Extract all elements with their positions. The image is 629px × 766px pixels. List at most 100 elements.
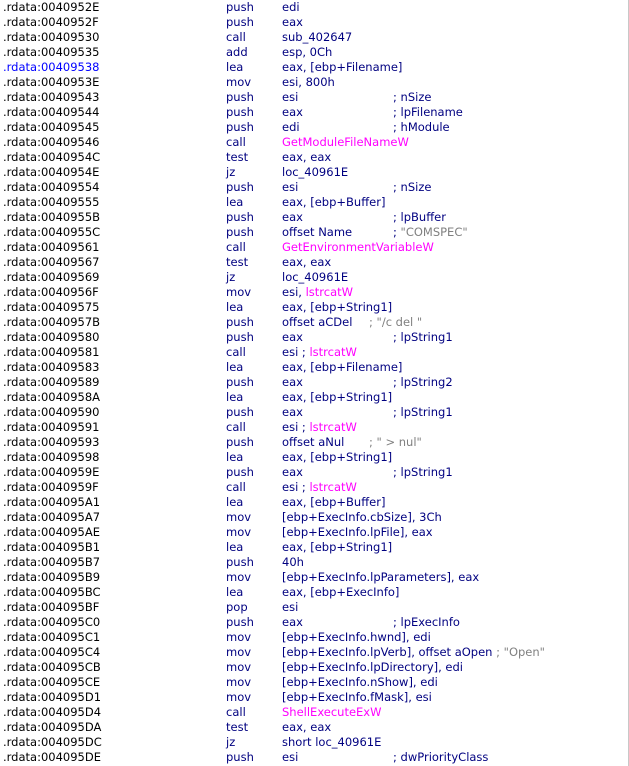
operands[interactable]: short loc_40961E <box>282 735 381 750</box>
operands[interactable]: eax, eax <box>282 255 331 270</box>
operands[interactable]: offset aCDel <box>282 315 352 330</box>
address[interactable]: .rdata:004095A1 <box>3 495 100 510</box>
operands[interactable]: esi ; lstrcatW <box>282 345 357 360</box>
operands[interactable]: eax, [ebp+Buffer] <box>282 195 385 210</box>
operands[interactable]: eax, [ebp+ExecInfo] <box>282 585 399 600</box>
api-name[interactable]: GetModuleFileNameW <box>282 135 409 149</box>
operands[interactable]: ShellExecuteExW <box>282 705 382 720</box>
listing-line[interactable]: .rdata:0040954C test eax, eax <box>0 150 628 165</box>
operands[interactable]: eax <box>282 375 303 390</box>
operands[interactable]: [ebp+ExecInfo.lpFile], eax <box>282 525 433 540</box>
operands[interactable]: esi <box>282 180 298 195</box>
address[interactable]: .rdata:0040952F <box>3 15 99 30</box>
listing-line[interactable]: .rdata:004095B7 push 40h <box>0 555 628 570</box>
address[interactable]: .rdata:00409545 <box>3 120 100 135</box>
address[interactable]: .rdata:004095B1 <box>3 540 100 555</box>
address[interactable]: .rdata:004095D1 <box>3 690 101 705</box>
listing-line[interactable]: .rdata:00409543 push esi ; nSize <box>0 90 628 105</box>
address[interactable]: .rdata:004095CB <box>3 660 101 675</box>
listing-line[interactable]: .rdata:00409530 call sub_402647 <box>0 30 628 45</box>
address[interactable]: .rdata:00409589 <box>3 375 100 390</box>
listing-line[interactable]: .rdata:0040959E push eax ; lpString1 <box>0 465 628 480</box>
listing-line[interactable]: .rdata:00409580 push eax ; lpString1 <box>0 330 628 345</box>
address[interactable]: .rdata:004095C4 <box>3 645 100 660</box>
listing-line[interactable]: .rdata:00409538 lea eax, [ebp+Filename] <box>0 60 628 75</box>
listing-line[interactable]: .rdata:00409561 call GetEnvironmentVariabl… <box>0 240 628 255</box>
listing-line[interactable]: .rdata:004095DA test eax, eax <box>0 720 628 735</box>
listing-line[interactable]: .rdata:0040955C push offset Name ; "COMSPEC… <box>0 225 628 240</box>
listing-line[interactable]: .rdata:0040958A lea eax, [ebp+String1] <box>0 390 628 405</box>
address[interactable]: .rdata:00409598 <box>3 450 100 465</box>
listing-line[interactable]: .rdata:004095C0 push eax ; lpExecInfo <box>0 615 628 630</box>
listing-line[interactable]: .rdata:0040955B push eax ; lpBuffer <box>0 210 628 225</box>
listing-line[interactable]: .rdata:00409569 jz loc_40961E <box>0 270 628 285</box>
address[interactable]: .rdata:00409567 <box>3 255 100 270</box>
operands[interactable]: eax <box>282 330 303 345</box>
listing-line[interactable]: .rdata:004095DC jz short loc_40961E <box>0 735 628 750</box>
operands[interactable]: esi, lstrcatW <box>282 285 353 300</box>
address[interactable]: .rdata:00409544 <box>3 105 100 120</box>
address[interactable]: .rdata:0040953E <box>3 75 99 90</box>
address[interactable]: .rdata:004095CE <box>3 675 100 690</box>
operands[interactable]: edi <box>282 120 300 135</box>
operands[interactable]: esi ; lstrcatW <box>282 420 357 435</box>
address[interactable]: .rdata:0040957B <box>3 315 100 330</box>
address[interactable]: .rdata:00409575 <box>3 300 100 315</box>
listing-line[interactable]: .rdata:004095B9 mov [ebp+ExecInfo.lpParame… <box>0 570 628 585</box>
address[interactable]: .rdata:004095AE <box>3 525 100 540</box>
address[interactable]: .rdata:00409546 <box>3 135 100 150</box>
operands[interactable]: esi ; lstrcatW <box>282 480 357 495</box>
operands[interactable]: offset aNul <box>282 435 344 450</box>
listing-line[interactable]: .rdata:00409598 lea eax, [ebp+String1] <box>0 450 628 465</box>
operands[interactable]: GetEnvironmentVariableW <box>282 240 434 255</box>
operands[interactable]: eax <box>282 405 303 420</box>
operands[interactable]: [ebp+ExecInfo.lpParameters], eax <box>282 570 479 585</box>
listing-line[interactable]: .rdata:004095C4 mov [ebp+ExecInfo.lpVerb],… <box>0 645 628 660</box>
address[interactable]: .rdata:00409583 <box>3 360 100 375</box>
address[interactable]: .rdata:004095B9 <box>3 570 100 585</box>
operands[interactable]: eax, eax <box>282 150 331 165</box>
listing-line[interactable]: .rdata:004095D1 mov [ebp+ExecInfo.fMask], … <box>0 690 628 705</box>
api-name[interactable]: lstrcatW <box>306 285 353 299</box>
disassembly-listing[interactable]: .rdata:0040952E push edi .rdata:0040952F pus… <box>0 0 629 766</box>
listing-line[interactable]: .rdata:004095D4 call ShellExecuteExW <box>0 705 628 720</box>
operands[interactable]: sub_402647 <box>282 30 352 45</box>
address[interactable]: .rdata:0040959F <box>3 480 99 495</box>
listing-line[interactable]: .rdata:004095A1 lea eax, [ebp+Buffer] <box>0 495 628 510</box>
listing-line[interactable]: .rdata:00409544 push eax ; lpFilename <box>0 105 628 120</box>
address[interactable]: .rdata:004095A7 <box>3 510 100 525</box>
operands[interactable]: esi <box>282 600 298 615</box>
listing-line[interactable]: .rdata:00409575 lea eax, [ebp+String1] <box>0 300 628 315</box>
address[interactable]: .rdata:0040952E <box>3 0 99 15</box>
operands[interactable]: eax, [ebp+String1] <box>282 540 392 555</box>
address[interactable]: .rdata:004095DC <box>3 735 102 750</box>
listing-line[interactable]: .rdata:00409567 test eax, eax <box>0 255 628 270</box>
address[interactable]: .rdata:0040956F <box>3 285 99 300</box>
operands[interactable]: [ebp+ExecInfo.fMask], esi <box>282 690 432 705</box>
listing-line[interactable]: .rdata:00409535 add esp, 0Ch <box>0 45 628 60</box>
operands[interactable]: eax <box>282 465 303 480</box>
operands[interactable]: loc_40961E <box>282 270 348 285</box>
operands[interactable]: esi <box>282 750 298 765</box>
listing-line[interactable]: .rdata:0040959F call esi ; lstrcatW <box>0 480 628 495</box>
operands[interactable]: esi <box>282 90 298 105</box>
address[interactable]: .rdata:00409569 <box>3 270 100 285</box>
address[interactable]: .rdata:004095BC <box>3 585 101 600</box>
operands[interactable]: eax <box>282 15 303 30</box>
operands[interactable]: offset Name <box>282 225 352 240</box>
listing-line[interactable]: .rdata:0040953E mov esi, 800h <box>0 75 628 90</box>
api-name[interactable]: lstrcatW <box>309 480 356 494</box>
operands[interactable]: eax <box>282 105 303 120</box>
operands[interactable]: [ebp+ExecInfo.hwnd], edi <box>282 630 431 645</box>
address[interactable]: .rdata:00409590 <box>3 405 100 420</box>
operands[interactable]: [ebp+ExecInfo.lpVerb], offset aOpen ; "O… <box>282 645 545 660</box>
listing-line[interactable]: .rdata:004095BC lea eax, [ebp+ExecInfo] <box>0 585 628 600</box>
address[interactable]: .rdata:00409543 <box>3 90 100 105</box>
listing-line[interactable]: .rdata:004095A7 mov [ebp+ExecInfo.cbSize],… <box>0 510 628 525</box>
listing-line[interactable]: .rdata:0040952E push edi <box>0 0 628 15</box>
address[interactable]: .rdata:00409555 <box>3 195 100 210</box>
address[interactable]: .rdata:0040955C <box>3 225 100 240</box>
operands[interactable]: eax, [ebp+String1] <box>282 450 392 465</box>
address[interactable]: .rdata:004095C0 <box>3 615 100 630</box>
operands[interactable]: eax <box>282 615 303 630</box>
